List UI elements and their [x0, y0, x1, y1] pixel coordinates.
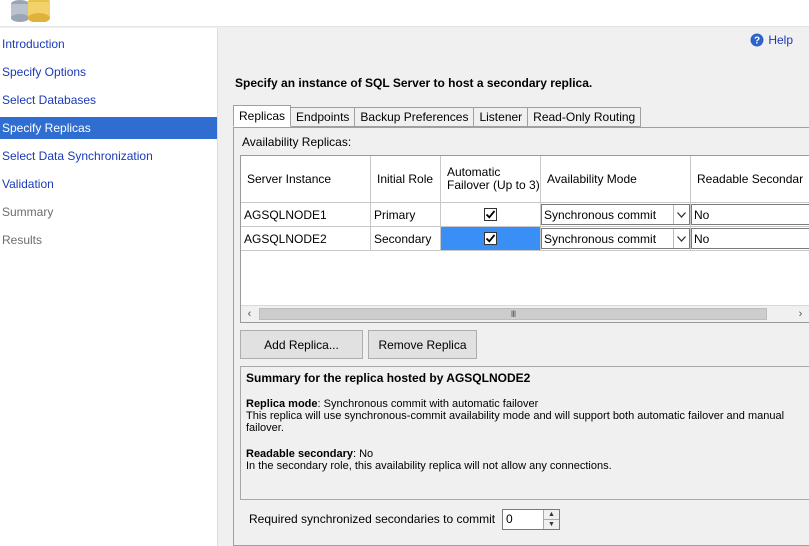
required-secondaries-stepper[interactable]: 0 ▲ ▼ [502, 509, 560, 530]
nav-item-summary: Summary [2, 205, 54, 219]
checkmark-icon [485, 210, 496, 219]
readable-secondary-description: In the secondary role, this availability… [246, 460, 612, 472]
column-header-label: Automatic Failover (Up to 3) [447, 165, 540, 192]
scroll-left-icon[interactable]: ‹ [241, 306, 258, 322]
failover-checkbox[interactable] [484, 232, 497, 245]
availability-replicas-label: Availability Replicas: [242, 135, 352, 149]
table-row-2-mode: Synchronous commit [541, 227, 691, 251]
readable-secondary-key: Readable secondary [246, 448, 353, 460]
chevron-down-icon[interactable]: ▼ [544, 519, 559, 529]
help-label: Help [768, 33, 793, 47]
nav-item-introduction[interactable]: Introduction [0, 33, 217, 55]
dropdown-value: Synchronous commit [544, 207, 657, 222]
table-row-1-mode: Synchronous commit [541, 203, 691, 227]
tab-strip: Replicas Endpoints Backup Preferences Li… [233, 105, 642, 127]
replica-mode-value: : Synchronous commit with automatic fail… [317, 398, 539, 410]
nav-item-select-databases[interactable]: Select Databases [0, 89, 217, 111]
page-instruction: Specify an instance of SQL Server to hos… [235, 76, 593, 90]
scrollbar-thumb[interactable]: III [259, 308, 767, 320]
stepper-buttons: ▲ ▼ [543, 510, 559, 529]
column-header-initial-role[interactable]: Initial Role [371, 156, 441, 203]
readable-secondary-block: Readable secondary: No In the secondary … [246, 448, 804, 472]
wizard-header-strip [0, 0, 809, 27]
dropdown-value: No [694, 231, 710, 246]
chevron-down-icon[interactable] [673, 205, 689, 224]
required-secondaries-label: Required synchronized secondaries to com… [249, 512, 496, 526]
main-content: ? Help Specify an instance of SQL Server… [219, 28, 809, 546]
dropdown-value: Synchronous commit [544, 231, 657, 246]
checkmark-icon [485, 234, 496, 243]
table-row-1-failover [441, 203, 541, 227]
tab-read-only-routing[interactable]: Read-Only Routing [528, 107, 642, 127]
stepper-value[interactable]: 0 [503, 510, 543, 529]
chevron-down-icon[interactable] [673, 229, 689, 248]
column-header-label: Availability Mode [547, 171, 637, 186]
column-header-label: Initial Role [377, 171, 434, 186]
failover-checkbox[interactable] [484, 208, 497, 221]
readable-secondary-dropdown[interactable]: No [691, 204, 809, 225]
nav-item-specify-options[interactable]: Specify Options [0, 61, 217, 83]
table-row-2-role[interactable]: Secondary [371, 227, 441, 251]
remove-replica-button[interactable]: Remove Replica [368, 330, 477, 359]
availability-mode-dropdown[interactable]: Synchronous commit [541, 228, 690, 249]
nav-item-select-data-synchronization[interactable]: Select Data Synchronization [0, 145, 217, 167]
cell-text: AGSQLNODE1 [244, 207, 327, 222]
cell-text: Secondary [374, 231, 432, 246]
wizard-nav-sidebar: Introduction Specify Options Select Data… [0, 28, 218, 546]
tab-endpoints[interactable]: Endpoints [291, 107, 356, 127]
database-icon [11, 0, 50, 22]
readable-secondary-value: : No [353, 448, 374, 460]
replica-mode-description: This replica will use synchronous-commit… [246, 410, 785, 434]
scroll-right-icon[interactable]: › [792, 306, 809, 322]
availability-replicas-grid: Server Instance Initial Role Automatic F… [240, 155, 809, 323]
tab-listener[interactable]: Listener [474, 107, 529, 127]
tab-replicas[interactable]: Replicas [233, 105, 292, 127]
grid-horizontal-scrollbar[interactable]: ‹ III › [241, 305, 809, 322]
column-header-server-instance[interactable]: Server Instance [241, 156, 371, 203]
cell-text: AGSQLNODE2 [244, 231, 327, 246]
replicas-tab-panel: Availability Replicas: Server Instance I… [233, 127, 809, 546]
replica-mode-block: Replica mode: Synchronous commit with au… [246, 398, 804, 434]
replica-summary-panel: Summary for the replica hosted by AGSQLN… [240, 366, 809, 500]
table-row-1-readable: No [691, 203, 809, 227]
table-row-2-failover [441, 227, 541, 251]
nav-item-validation[interactable]: Validation [0, 173, 217, 195]
thumb-grip: III [510, 309, 516, 319]
nav-item-specify-replicas[interactable]: Specify Replicas [0, 117, 217, 139]
table-row-2-readable: No [691, 227, 809, 251]
chevron-up-icon[interactable]: ▲ [544, 510, 559, 519]
table-row-1-role[interactable]: Primary [371, 203, 441, 227]
cell-text: Primary [374, 207, 416, 222]
add-replica-button[interactable]: Add Replica... [240, 330, 363, 359]
help-icon: ? [750, 33, 764, 47]
dropdown-value: No [694, 207, 710, 222]
svg-text:?: ? [754, 36, 760, 47]
tab-backup-preferences[interactable]: Backup Preferences [355, 107, 475, 127]
help-link[interactable]: ? Help [750, 33, 793, 47]
table-row-1-server[interactable]: AGSQLNODE1 [241, 203, 371, 227]
column-header-label: Server Instance [247, 171, 332, 186]
column-header-availability-mode[interactable]: Availability Mode [541, 156, 691, 203]
readable-secondary-dropdown[interactable]: No [691, 228, 809, 249]
table-row-2-server[interactable]: AGSQLNODE2 [241, 227, 371, 251]
column-header-label: Readable Secondar [697, 171, 804, 186]
column-header-readable-secondary[interactable]: Readable Secondar [691, 156, 809, 203]
nav-item-results: Results [2, 233, 43, 247]
replica-mode-key: Replica mode [246, 398, 318, 410]
summary-title: Summary for the replica hosted by AGSQLN… [246, 371, 531, 385]
availability-mode-dropdown[interactable]: Synchronous commit [541, 204, 690, 225]
column-header-automatic-failover[interactable]: Automatic Failover (Up to 3) [441, 156, 541, 203]
